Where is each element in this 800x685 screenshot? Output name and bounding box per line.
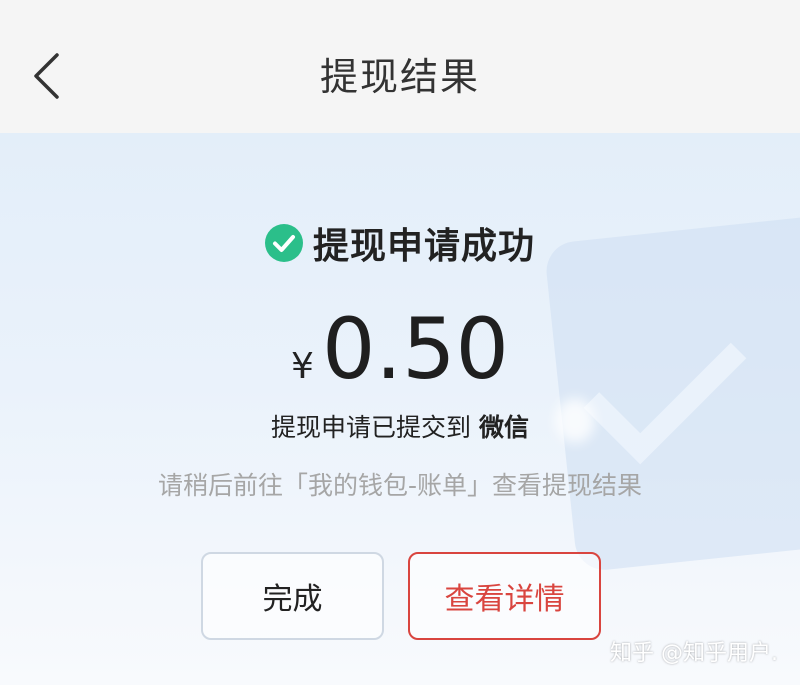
status-text: 提现申请成功	[312, 226, 535, 267]
page-title: 提现结果	[319, 55, 480, 99]
amount-row: ¥ 0.50	[0, 300, 800, 398]
submitted-message: 提现申请已提交到 微信	[0, 408, 800, 444]
check-circle-icon	[264, 224, 303, 262]
submitted-message-text: 提现申请已提交到	[271, 413, 479, 442]
source-watermark: 知乎 @知乎用户.	[610, 641, 778, 666]
currency-symbol: ¥	[291, 346, 314, 387]
withdrawal-result-page: 提现结果 提现申请成功 ¥ 0.50 提现申请已提交到 微信 请稍后前往「我的钱…	[0, 0, 800, 685]
payout-channel: 微信	[478, 413, 529, 442]
amount-value: 0.50	[321, 300, 509, 398]
done-button[interactable]: 完成	[201, 552, 384, 640]
status-row: 提现申请成功	[0, 215, 800, 271]
top-bar: 提现结果	[0, 0, 800, 133]
hint-text: 请稍后前往「我的钱包-账单」查看提现结果	[157, 471, 643, 500]
view-details-button[interactable]: 查看详情	[408, 552, 601, 640]
